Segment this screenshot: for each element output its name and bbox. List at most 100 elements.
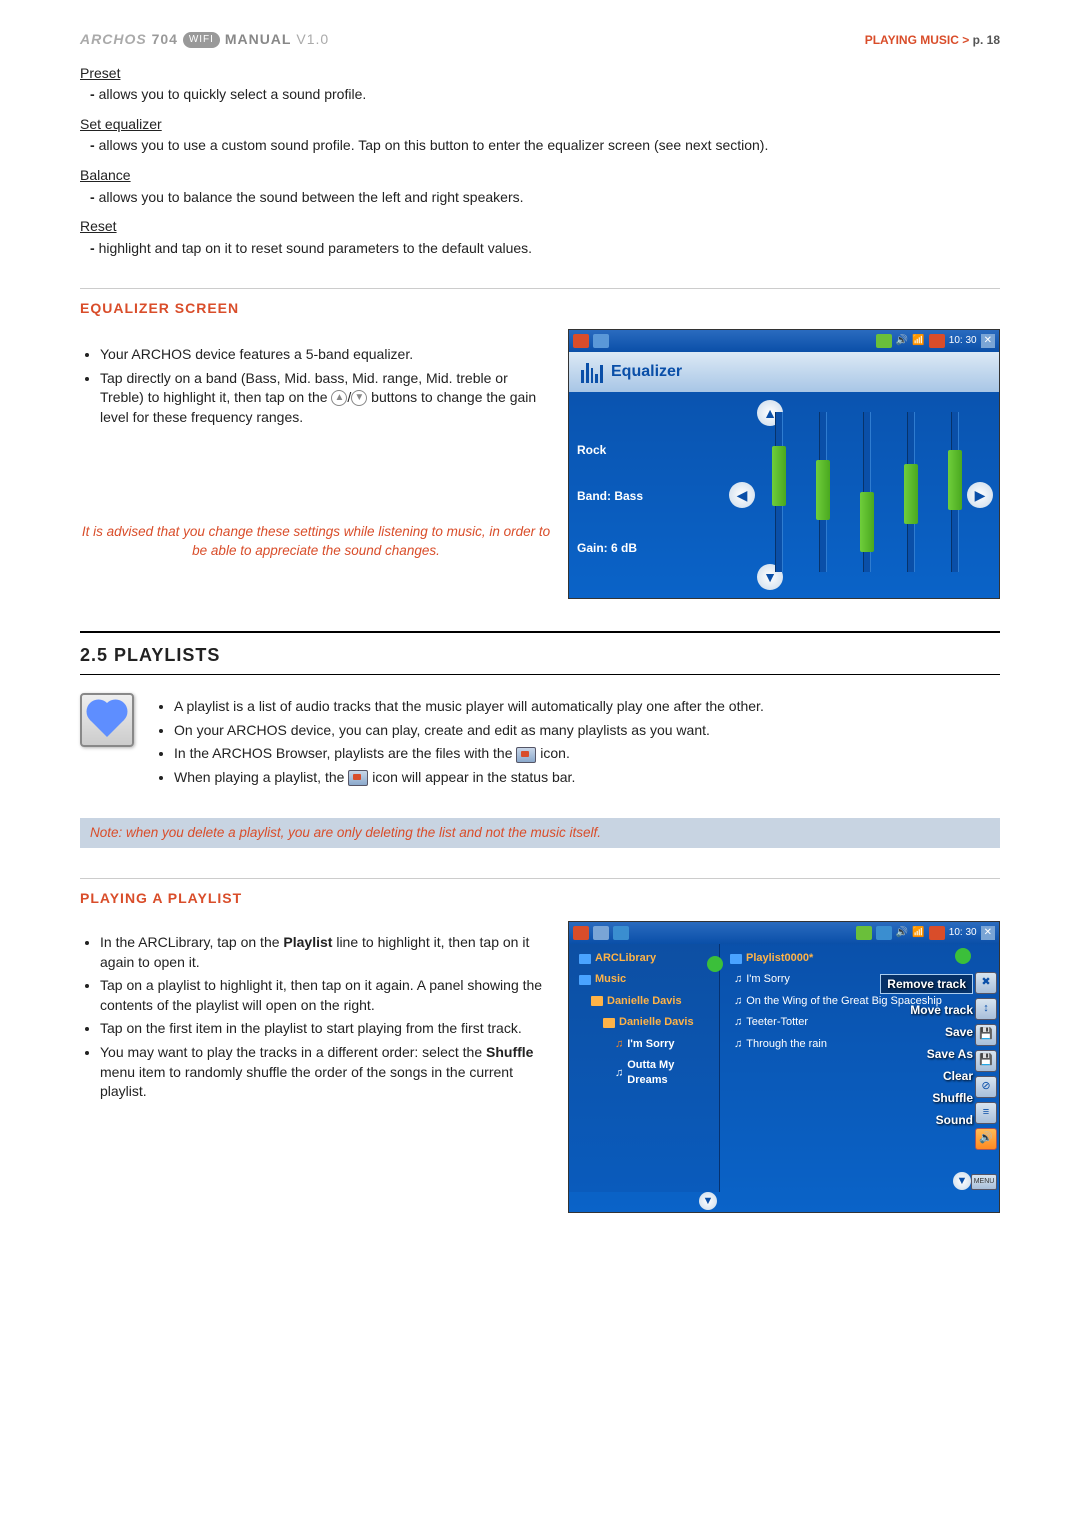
close-icon[interactable]: ✕ <box>981 334 995 348</box>
menu-move-track[interactable]: Move track <box>880 1004 973 1016</box>
close-icon[interactable]: ✕ <box>981 926 995 940</box>
list-icon[interactable] <box>613 926 629 940</box>
tree-music[interactable]: Music <box>569 969 719 990</box>
pl-bullet-3: In the ARCHOS Browser, playlists are the… <box>174 744 764 764</box>
setting-balance-desc: allows you to balance the sound between … <box>90 188 1000 208</box>
tree-artist-1[interactable]: Danielle Davis <box>569 991 719 1012</box>
down-button-icon: ▼ <box>351 390 367 406</box>
version: V1.0 <box>296 31 329 47</box>
home-icon[interactable] <box>573 926 589 940</box>
settings-icon[interactable] <box>593 334 609 348</box>
menu-save-as[interactable]: Save As <box>880 1048 973 1060</box>
eq-advice: It is advised that you change these sett… <box>80 443 552 561</box>
ps-top-right: 🔊 📶 10: 30 ✕ <box>856 926 995 940</box>
battery-icon <box>929 926 945 940</box>
eq-band-label: Band: Bass <box>577 488 643 505</box>
music-note-icon: ♫ <box>734 1015 742 1030</box>
tree-track-2[interactable]: ♫Outta My Dreams <box>569 1055 719 1092</box>
pl-bullet-1: A playlist is a list of audio tracks tha… <box>174 697 764 717</box>
heart-icon <box>90 703 124 737</box>
eq-slider-midtreble[interactable] <box>907 412 915 572</box>
save-icon[interactable]: 💾 <box>975 1024 997 1046</box>
band-left-button[interactable]: ◀ <box>729 482 755 508</box>
section-2-5-title: 2.5 PLAYLISTS <box>80 631 1000 675</box>
playlist-inline-icon <box>516 747 536 763</box>
band-right-button[interactable]: ▶ <box>967 482 993 508</box>
up-button-icon: ▲ <box>331 390 347 406</box>
setting-seteq-title: Set equalizer <box>80 115 1000 135</box>
stop-icon[interactable] <box>876 926 892 940</box>
music-note-icon: ♫ <box>734 994 742 1009</box>
play-bullet-2: Tap on a playlist to highlight it, then … <box>100 976 552 1015</box>
remove-icon[interactable]: ✖ <box>975 972 997 994</box>
left-scroll-down[interactable]: ▼ <box>699 1192 717 1210</box>
eq-bullet-1: Your ARCHOS device features a 5-band equ… <box>100 345 552 365</box>
menu-save[interactable]: Save <box>880 1026 973 1038</box>
play-bullet-4: You may want to play the tracks in a dif… <box>100 1043 552 1102</box>
setting-balance-title: Balance <box>80 166 1000 186</box>
ps-left-panel: ARCLibrary Music Danielle Davis Danielle… <box>569 944 720 1192</box>
eq-slider-midbass[interactable] <box>819 412 827 572</box>
tree-album-1[interactable]: Danielle Davis <box>569 1012 719 1033</box>
equalizer-icon <box>581 361 603 383</box>
move-icon[interactable]: ↕ <box>975 998 997 1020</box>
signal-icon: 📶 <box>912 926 924 940</box>
setting-seteq-desc: allows you to use a custom sound profile… <box>90 136 1000 156</box>
sound-icon[interactable]: 🔊 <box>975 1128 997 1150</box>
eq-slider-treble[interactable] <box>951 412 959 572</box>
saveas-icon[interactable]: 💾 <box>975 1050 997 1072</box>
playlist-intro: A playlist is a list of audio tracks tha… <box>80 693 1000 803</box>
shuffle-icon[interactable]: ≡ <box>975 1102 997 1124</box>
eq-slider-bass[interactable] <box>775 412 783 572</box>
tree-arclibrary[interactable]: ARCLibrary <box>569 948 719 969</box>
nav-icon[interactable] <box>593 926 609 940</box>
play-status-icon <box>876 334 892 348</box>
eq-preset-label: Rock <box>577 442 606 459</box>
ps-right-panel: Playlist0000* ♫I'm Sorry ♫On the Wing of… <box>720 944 999 1192</box>
menu-shuffle[interactable]: Shuffle <box>880 1092 973 1104</box>
eq-topbar-right: 🔊 📶 10: 30 ✕ <box>876 334 995 348</box>
side-icons: ✖ ↕ 💾 💾 ⊘ ≡ 🔊 <box>975 972 997 1150</box>
playlist-icon <box>730 954 742 964</box>
eq-slider-midrange[interactable] <box>863 412 871 572</box>
playing-bullets: In the ARCLibrary, tap on the Playlist l… <box>80 933 552 1102</box>
model: 704 <box>152 31 178 47</box>
folder-icon <box>603 1018 615 1028</box>
playlist-note: Note: when you delete a playlist, you ar… <box>80 818 1000 849</box>
playlist-bullets: A playlist is a list of audio tracks tha… <box>154 693 764 791</box>
menu-remove-track[interactable]: Remove track <box>880 974 973 994</box>
playing-text: In the ARCLibrary, tap on the Playlist l… <box>80 921 552 1213</box>
menu-sound[interactable]: Sound <box>880 1114 973 1126</box>
scroll-up-icon[interactable] <box>955 948 971 964</box>
equalizer-heading: EQUALIZER SCREEN <box>80 288 1000 319</box>
eq-topbar-left <box>573 334 609 348</box>
speaker-icon: 🔊 <box>896 926 908 940</box>
home-icon[interactable] <box>573 334 589 348</box>
section-name: PLAYING MUSIC <box>865 33 959 47</box>
playing-layout: In the ARCLibrary, tap on the Playlist l… <box>80 921 1000 1213</box>
menu-button[interactable]: MENU <box>971 1174 997 1190</box>
tree-track-1[interactable]: ♫I'm Sorry <box>569 1034 719 1055</box>
setting-reset-desc: highlight and tap on it to reset sound p… <box>90 239 1000 259</box>
clear-icon[interactable]: ⊘ <box>975 1076 997 1098</box>
music-note-icon: ♫ <box>615 1066 623 1081</box>
eq-bullet-2: Tap directly on a band (Bass, Mid. bass,… <box>100 369 552 428</box>
wifi-badge: WIFI <box>183 32 220 48</box>
folder-icon <box>591 996 603 1006</box>
right-scroll-down[interactable]: ▼ <box>953 1172 971 1190</box>
pl-bullet-2: On your ARCHOS device, you can play, cre… <box>174 721 764 741</box>
music-note-icon: ♫ <box>615 1037 623 1052</box>
page-number: p. 18 <box>973 33 1000 47</box>
ps-body: ARCLibrary Music Danielle Davis Danielle… <box>569 944 999 1192</box>
manual-word: MANUAL <box>225 31 292 47</box>
speaker-icon: 🔊 <box>896 334 908 348</box>
playlist-screenshot: 🔊 📶 10: 30 ✕ ARCLibrary Music Danielle D… <box>568 921 1000 1213</box>
music-note-icon: ♫ <box>734 1037 742 1052</box>
arrow-icon: > <box>962 33 969 47</box>
menu-clear[interactable]: Clear <box>880 1070 973 1082</box>
equalizer-layout: Your ARCHOS device features a 5-band equ… <box>80 329 1000 599</box>
setting-reset-title: Reset <box>80 217 1000 237</box>
play-bullet-3: Tap on the first item in the playlist to… <box>100 1019 552 1039</box>
context-menu: Remove track Move track Save Save As Cle… <box>880 974 973 1136</box>
music-note-icon: ♫ <box>734 972 742 987</box>
